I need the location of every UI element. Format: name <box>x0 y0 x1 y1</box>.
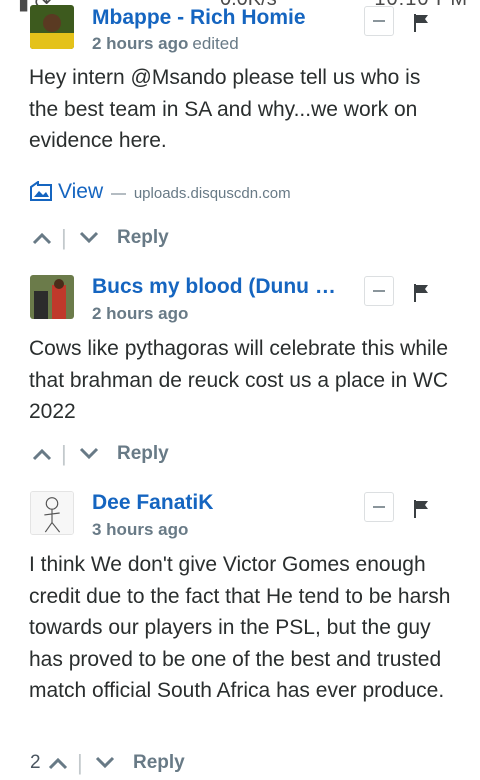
collapse-button[interactable] <box>364 6 394 36</box>
collapse-button[interactable] <box>364 276 394 306</box>
vote-count: 2 <box>30 752 41 773</box>
avatar[interactable] <box>30 491 74 535</box>
comment-actions: | Reply <box>30 441 230 471</box>
flag-icon[interactable] <box>414 500 430 518</box>
avatar[interactable] <box>30 275 74 319</box>
reply-button[interactable]: Reply <box>117 443 169 465</box>
vote-separator: | <box>77 750 83 775</box>
comment-time[interactable]: 2 hours ago <box>92 34 188 53</box>
reply-button[interactable]: Reply <box>117 227 169 249</box>
downvote-icon[interactable] <box>79 447 99 461</box>
comment-author[interactable]: Mbappe - Rich Homie <box>92 6 306 30</box>
view-domain: uploads.disquscdn.com <box>133 185 291 202</box>
collapse-button[interactable] <box>364 492 394 522</box>
upvote-icon[interactable] <box>32 231 52 245</box>
downvote-icon[interactable] <box>79 231 99 245</box>
comment-actions: | Reply <box>30 225 230 255</box>
view-separator: — <box>110 185 126 202</box>
comment-time[interactable]: 3 hours ago <box>92 520 188 539</box>
comment-author[interactable]: Dee FanatiK <box>92 491 213 515</box>
edited-label: edited <box>192 34 239 53</box>
comment-actions: 2 | Reply <box>30 750 250 780</box>
comment-body: Cows like pythagoras will celebrate this… <box>29 337 449 423</box>
image-icon <box>30 180 52 201</box>
view-label[interactable]: View <box>58 180 103 203</box>
upvote-icon[interactable] <box>32 447 52 461</box>
vote-separator: | <box>61 441 67 466</box>
comment-meta: 3 hours ago <box>92 520 188 540</box>
comment-body: I think We don't give Victor Gomes enoug… <box>29 553 451 702</box>
view-attachment-link[interactable]: View — uploads.disquscdn.com <box>30 180 291 204</box>
comment-time[interactable]: 2 hours ago <box>92 304 188 323</box>
comment-author[interactable]: Bucs my blood (Dunu S... <box>92 275 342 299</box>
upvote-icon[interactable] <box>48 756 68 770</box>
flag-icon[interactable] <box>414 14 430 32</box>
vote-separator: | <box>61 225 67 250</box>
avatar[interactable] <box>30 5 74 49</box>
flag-icon[interactable] <box>414 284 430 302</box>
downvote-icon[interactable] <box>95 756 115 770</box>
reply-button[interactable]: Reply <box>133 752 185 774</box>
comment-meta: 2 hours ago <box>92 304 188 324</box>
comment-body: Hey intern @Msando please tell us who is… <box>29 66 421 152</box>
comment-meta: 2 hours ago edited <box>92 34 239 54</box>
